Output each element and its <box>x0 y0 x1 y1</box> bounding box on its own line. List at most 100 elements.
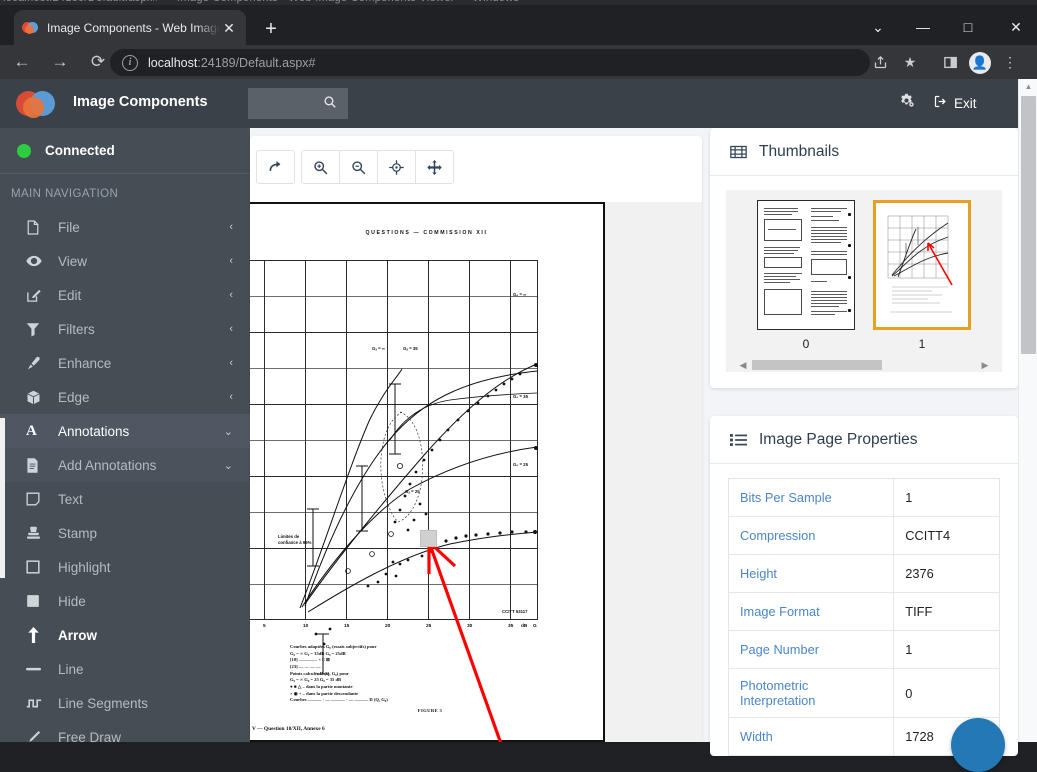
properties-table: Bits Per Sample 1 Compression CCITT4 Hei… <box>727 478 1000 756</box>
address-bar[interactable]: i localhost:24189/Default.aspx# <box>110 49 870 76</box>
toolbar-group-history <box>256 150 295 184</box>
sidebar-item-edge[interactable]: Edge ‹ <box>0 380 250 414</box>
sidebar-item-label: View <box>58 253 88 269</box>
caption-line-3: [23] — — — — <box>290 663 321 669</box>
scrollbar-thumb[interactable] <box>752 360 882 370</box>
sidebar-item-line[interactable]: Line <box>0 652 250 686</box>
sidebar: Connected MAIN NAVIGATION File ‹ View ‹ … <box>0 128 250 742</box>
sidebar-scrollbar-thumb[interactable] <box>0 418 5 578</box>
thumbnail-image[interactable] <box>757 200 855 330</box>
forward-icon[interactable]: → <box>44 46 76 78</box>
thumbnail-page-0[interactable]: 0 <box>757 200 855 360</box>
sidebar-item-label: Edge <box>58 389 90 405</box>
curve-label-5: Gₐ = 25 <box>405 489 420 494</box>
bookmark-star-icon[interactable]: ★ <box>895 49 925 76</box>
sidebar-item-label: Free Draw <box>58 729 122 743</box>
thumbnail-image[interactable] <box>873 200 971 330</box>
sidebar-item-hide[interactable]: Hide <box>0 584 250 618</box>
chevron-left-icon: ‹ <box>229 391 233 403</box>
redo-button[interactable] <box>256 150 295 184</box>
caption-line-6: ● ■ △ – dans la partie montante <box>290 683 353 689</box>
search-input[interactable] <box>248 88 324 119</box>
gear-icon[interactable] <box>898 92 915 114</box>
scroll-to-top-button[interactable] <box>951 718 1005 772</box>
text-note-icon <box>26 492 52 506</box>
confidence-label-line1: Limites de <box>278 534 300 539</box>
property-key: Compression <box>727 516 895 555</box>
thumbnails-body: 0 1 ◀ ▶ <box>710 176 1018 388</box>
sidebar-item-view[interactable]: View ‹ <box>0 244 250 278</box>
exit-button[interactable]: Exit <box>933 94 977 112</box>
scroll-left-icon[interactable]: ◀ <box>736 360 750 371</box>
sidebar-item-free-draw[interactable]: Free Draw <box>0 720 250 742</box>
maximize-button[interactable]: □ <box>948 10 988 44</box>
arrow-up-icon <box>26 627 52 643</box>
image-canvas[interactable]: QUESTIONS — COMMISSION XII G₀ = ∞ G₀ = 3… <box>250 202 702 742</box>
property-key: Height <box>727 554 895 593</box>
profile-avatar[interactable]: 👤 <box>965 49 995 76</box>
search-icon[interactable] <box>323 95 337 112</box>
annotation-handle-start[interactable] <box>420 530 437 547</box>
sidebar-item-label: Stamp <box>58 525 98 541</box>
scroll-right-icon[interactable]: ▶ <box>978 360 992 371</box>
axis-tick-4: 25 <box>426 624 432 629</box>
zoom-out-button[interactable] <box>339 150 378 184</box>
sidebar-item-enhance[interactable]: Enhance ‹ <box>0 346 250 380</box>
minimize-button[interactable]: — <box>903 10 943 44</box>
new-tab-button[interactable]: + <box>258 16 284 42</box>
close-icon[interactable]: ✕ <box>220 19 238 37</box>
sidebar-item-filters[interactable]: Filters ‹ <box>0 312 250 346</box>
sidebar-item-line-segments[interactable]: Line Segments <box>0 686 250 720</box>
property-value: CCITT4 <box>893 516 1000 555</box>
axis-tick-7: dB <box>521 624 528 629</box>
site-info-icon[interactable]: i <box>122 54 138 71</box>
chevron-down-icon[interactable]: ⌄ <box>858 10 898 44</box>
connection-status: Connected <box>0 128 250 174</box>
sidebar-item-arrow[interactable]: Arrow <box>0 618 250 652</box>
app-title: Image Components <box>73 94 208 110</box>
page-scrollbar[interactable]: ▲ <box>1018 79 1037 742</box>
sidebar-item-label: Highlight <box>58 559 111 575</box>
sidebar-item-add-annotations[interactable]: Add Annotations ⌄ <box>0 448 250 482</box>
thumbnails-header: Thumbnails <box>710 128 1018 176</box>
sidebar-item-annotations[interactable]: A Annotations ⌄ <box>0 414 250 448</box>
close-window-button[interactable]: ✕ <box>996 10 1036 44</box>
chevron-down-icon: ⌄ <box>223 459 233 472</box>
sidebar-item-text[interactable]: Text <box>0 482 250 516</box>
caption-line-5: G₀ = ∞ G₀ = 25 G₀ = 35 dB <box>290 677 342 683</box>
scrollbar-track[interactable] <box>750 360 978 370</box>
document-icon <box>26 457 52 473</box>
image-page-properties-panel: Image Page Properties Bits Per Sample 1 … <box>710 416 1018 756</box>
curve-label-1: G₀ = 35 <box>513 394 528 399</box>
pan-button[interactable] <box>415 150 454 184</box>
caption-line-2: [10] ———— × □ ⊠ <box>290 657 330 663</box>
scroll-up-icon[interactable]: ▲ <box>1019 79 1037 94</box>
side-panel-icon[interactable] <box>935 49 965 76</box>
browser-tab[interactable]: Image Components - Web Image ✕ <box>14 10 246 45</box>
property-value: 0 <box>893 668 1000 718</box>
property-key: Bits Per Sample <box>727 478 895 517</box>
zoom-in-button[interactable] <box>301 150 340 184</box>
caption-line-4: Points calculés D (Q, G₀) pour <box>290 670 349 676</box>
sidebar-item-stamp[interactable]: Stamp <box>0 516 250 550</box>
back-icon[interactable]: ← <box>6 46 38 78</box>
scan-footer-text: V — Question 18/XII, Annexe 6 <box>252 726 325 732</box>
axis-tick-6: 35 <box>508 624 514 629</box>
sidebar-item-label: Edit <box>58 287 82 303</box>
page-scrollbar-thumb[interactable] <box>1021 96 1036 354</box>
browser-menu-icon[interactable]: ⋮ <box>995 49 1025 76</box>
thumbnail-list: 0 1 <box>734 200 994 360</box>
sidebar-item-edit[interactable]: Edit ‹ <box>0 278 250 312</box>
properties-body: Bits Per Sample 1 Compression CCITT4 Hei… <box>710 464 1018 756</box>
pencil-icon <box>26 730 52 742</box>
share-icon[interactable] <box>865 49 895 76</box>
thumbnail-page-1[interactable]: 1 <box>873 200 971 360</box>
square-outline-icon <box>26 560 52 574</box>
sidebar-item-file[interactable]: File ‹ <box>0 210 250 244</box>
square-filled-icon <box>26 594 52 608</box>
thumbnails-scrollbar[interactable]: ◀ ▶ <box>734 358 994 372</box>
fit-button[interactable] <box>377 150 416 184</box>
header-search-box[interactable] <box>248 88 348 119</box>
brush-icon <box>26 356 52 371</box>
sidebar-item-highlight[interactable]: Highlight <box>0 550 250 584</box>
